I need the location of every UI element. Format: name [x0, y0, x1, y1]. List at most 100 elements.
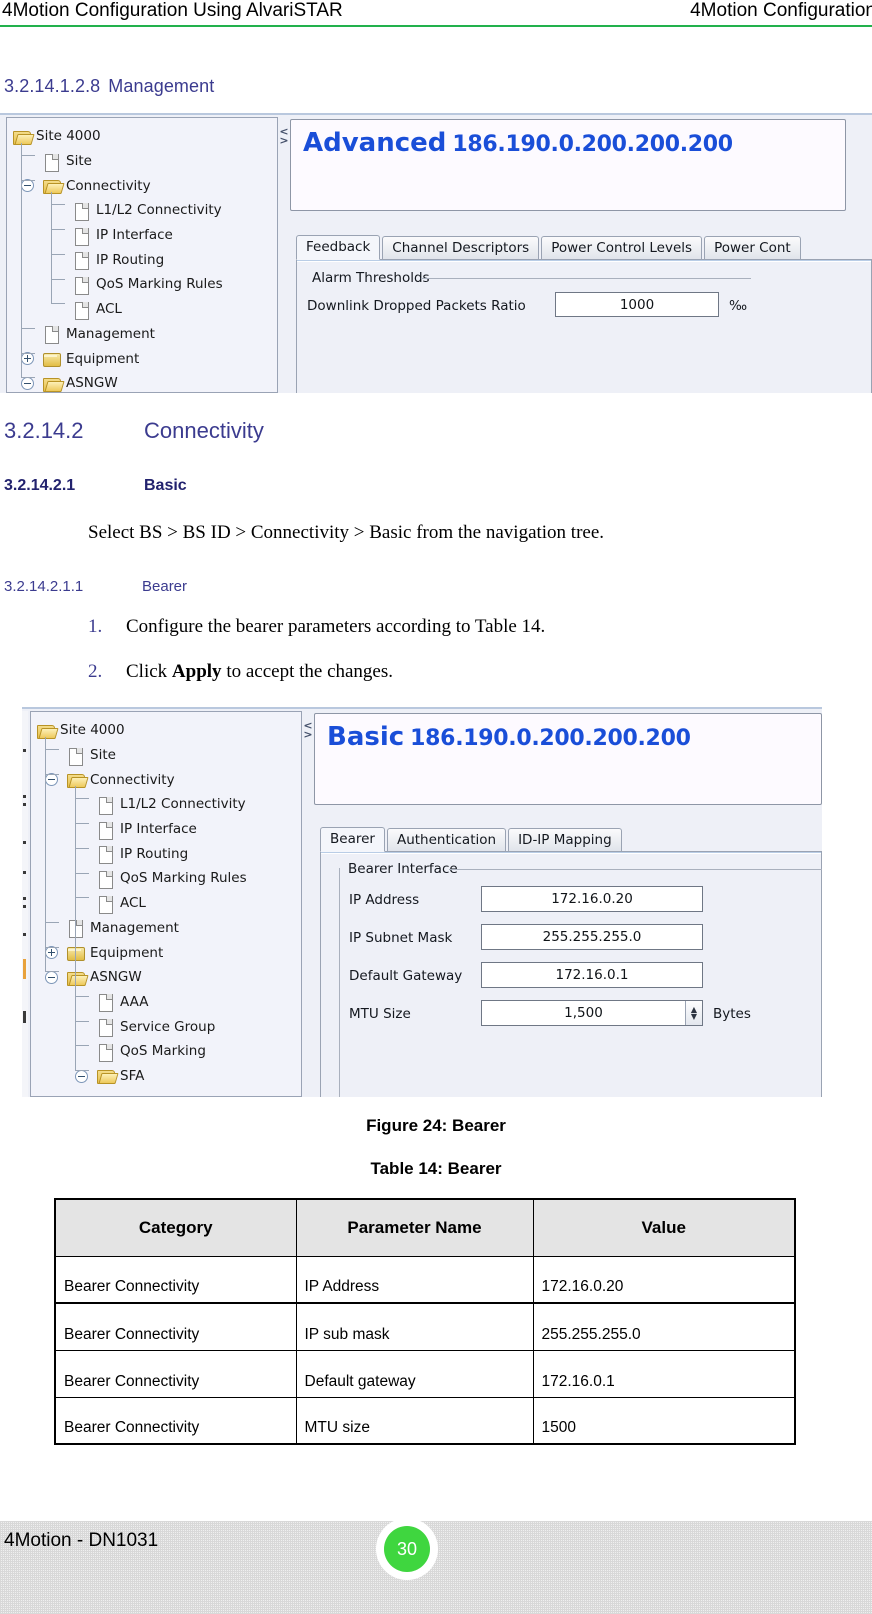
adjacent-window-sliver	[22, 711, 28, 1097]
folder-open-icon	[67, 772, 85, 789]
tree-connector-line	[21, 142, 22, 378]
collapse-minus-icon[interactable]	[45, 773, 58, 787]
tree-item-site-4000[interactable]: Site 4000	[13, 124, 277, 149]
collapse-minus-icon[interactable]	[45, 970, 58, 984]
document-icon	[73, 252, 91, 271]
expand-plus-icon[interactable]	[21, 352, 34, 366]
step-text: Configure the bearer parameters accordin…	[126, 616, 546, 637]
tree-item-label: AAA	[120, 993, 149, 1010]
tree-item-label: SFA	[120, 1067, 145, 1084]
table-row: Bearer Connectivity Default gateway 172.…	[54, 1349, 796, 1398]
tree-item-management[interactable]: Management	[13, 322, 277, 347]
tree-item-connectivity[interactable]: Connectivity	[37, 767, 301, 792]
table-header-value: Value	[532, 1198, 796, 1257]
tree-item-ip-interface[interactable]: IP Interface	[37, 817, 301, 842]
tab-strip[interactable]: Bearer Authentication ID-IP Mapping	[320, 827, 624, 852]
tree-item-equipment[interactable]: Equipment	[37, 940, 301, 965]
tree-item-asngw[interactable]: ASNGW	[13, 371, 277, 392]
tree-connector-line	[21, 327, 35, 329]
heading-bearer: 3.2.14.2.1.1 Bearer	[4, 578, 187, 595]
document-icon	[73, 227, 91, 246]
group-title-bearer-interface: Bearer Interface	[343, 861, 463, 877]
heading-basic: 3.2.14.2.1 Basic	[4, 477, 187, 495]
step-marker: 1.	[88, 616, 103, 637]
group-border-left	[339, 868, 340, 1097]
tree-item-asngw[interactable]: ASNGW	[37, 965, 301, 990]
tab-power-control-levels[interactable]: Power Control Levels	[541, 236, 703, 260]
tree-item-connectivity[interactable]: Connectivity	[13, 173, 277, 198]
tree-item-qos-marking-rules[interactable]: QoS Marking Rules	[13, 272, 277, 297]
window-top-edge	[0, 113, 872, 115]
pane-title-box: Advanced 186.190.0.200.200.200	[290, 119, 846, 211]
field-mtu-size[interactable]: 1,500 ▲ ▼	[481, 1000, 703, 1026]
document-icon	[97, 994, 115, 1013]
document-icon	[43, 326, 61, 345]
collapse-minus-icon[interactable]	[75, 1069, 88, 1083]
field-default-gateway[interactable]: 172.16.0.1	[481, 962, 703, 988]
tab-feedback[interactable]: Feedback	[296, 235, 381, 260]
tree-item-label: IP Routing	[120, 845, 189, 862]
field-unit-bytes: Bytes	[713, 1006, 751, 1022]
tree-item-l1-l2-connectivity[interactable]: L1/L2 Connectivity	[37, 792, 301, 817]
navigation-tree[interactable]: Site 4000 Site Connectivity L1/L2 Connectiv…	[7, 118, 277, 392]
heading-management-number: 3.2.14.1.2.8	[4, 76, 101, 96]
tree-item-acl[interactable]: ACL	[13, 297, 277, 322]
heading-management: 3.2.14.1.2.8 Management	[4, 76, 214, 97]
panel-splitter-collapse-icon[interactable]: < >	[278, 119, 290, 391]
footer-document-id: 4Motion - DN1031	[4, 1530, 159, 1551]
collapse-minus-icon[interactable]	[21, 179, 34, 193]
tab-channel-descriptors[interactable]: Channel Descriptors	[382, 236, 540, 260]
tree-item-label: QoS Marking Rules	[120, 870, 247, 887]
tree-item-management[interactable]: Management	[37, 916, 301, 941]
folder-open-icon	[13, 129, 31, 145]
field-ip-address[interactable]: 172.16.0.20	[481, 886, 703, 912]
collapse-minus-icon[interactable]	[21, 376, 34, 390]
tree-item-sfa[interactable]: SFA	[37, 1064, 301, 1089]
tree-connector-line	[21, 377, 35, 379]
tree-item-site[interactable]: Site	[37, 743, 301, 768]
folder-open-icon	[43, 178, 61, 195]
navigation-tree[interactable]: Site 4000 Site Connectivity L1/L2 Connectiv…	[31, 712, 301, 1088]
folder-open-icon	[97, 1068, 115, 1085]
tab-bearer[interactable]: Bearer	[320, 827, 385, 852]
content-pane: Basic 186.190.0.200.200.200 Bearer Authen…	[314, 711, 822, 1097]
tree-item-aaa[interactable]: AAA	[37, 990, 301, 1015]
tree-item-ip-routing[interactable]: IP Routing	[37, 841, 301, 866]
tree-item-service-group[interactable]: Service Group	[37, 1014, 301, 1039]
tab-id-ip-mapping[interactable]: ID-IP Mapping	[508, 828, 622, 852]
table-row: Bearer Connectivity IP Address 172.16.0.…	[54, 1255, 796, 1304]
mtu-size-spinner-icon[interactable]: ▲ ▼	[685, 1001, 702, 1025]
pane-title-id: 186.190.0.200.200.200	[452, 132, 733, 157]
navigation-tree-panel[interactable]: Site 4000 Site Connectivity L1/L2 Connectiv…	[30, 711, 302, 1097]
tree-connector-line	[51, 229, 65, 231]
heading-connectivity-text: Connectivity	[144, 418, 264, 443]
tree-connector-line	[75, 823, 89, 825]
tree-item-label: Management	[90, 919, 179, 936]
tree-item-label: QoS Marking Rules	[96, 276, 223, 293]
tree-item-l1-l2-connectivity[interactable]: L1/L2 Connectivity	[13, 198, 277, 223]
tree-item-label: IP Interface	[120, 821, 197, 838]
tree-item-site-4000[interactable]: Site 4000	[37, 718, 301, 743]
tab-authentication[interactable]: Authentication	[386, 828, 507, 852]
table-caption: Table 14: Bearer	[370, 1159, 502, 1178]
tree-item-ip-interface[interactable]: IP Interface	[13, 223, 277, 248]
tab-power-control-overflow[interactable]: Power Cont	[704, 236, 801, 260]
field-label-downlink-dropped-packets-ratio: Downlink Dropped Packets Ratio	[307, 298, 526, 314]
field-downlink-dropped-packets-ratio[interactable]: 1000	[555, 292, 719, 317]
field-ip-subnet-mask[interactable]: 255.255.255.0	[481, 924, 703, 950]
tree-item-label: Equipment	[66, 350, 140, 367]
tab-strip[interactable]: Feedback Channel Descriptors Power Contr…	[296, 235, 803, 260]
tree-item-qos-marking-rules[interactable]: QoS Marking Rules	[37, 866, 301, 891]
tree-item-equipment[interactable]: Equipment	[13, 346, 277, 371]
panel-splitter-collapse-icon[interactable]: < >	[302, 713, 314, 1095]
navigation-tree-panel[interactable]: Site 4000 Site Connectivity L1/L2 Connectiv…	[6, 117, 278, 393]
tree-item-ip-routing[interactable]: IP Routing	[13, 247, 277, 272]
expand-plus-icon[interactable]	[45, 946, 58, 960]
tree-connector-line	[51, 192, 52, 304]
tree-item-qos-marking[interactable]: QoS Marking	[37, 1039, 301, 1064]
tree-item-site[interactable]: Site	[13, 149, 277, 174]
tree-item-acl[interactable]: ACL	[37, 891, 301, 916]
tree-connector-line	[75, 1020, 89, 1022]
document-icon	[67, 747, 85, 766]
tree-connector-line	[21, 155, 35, 157]
